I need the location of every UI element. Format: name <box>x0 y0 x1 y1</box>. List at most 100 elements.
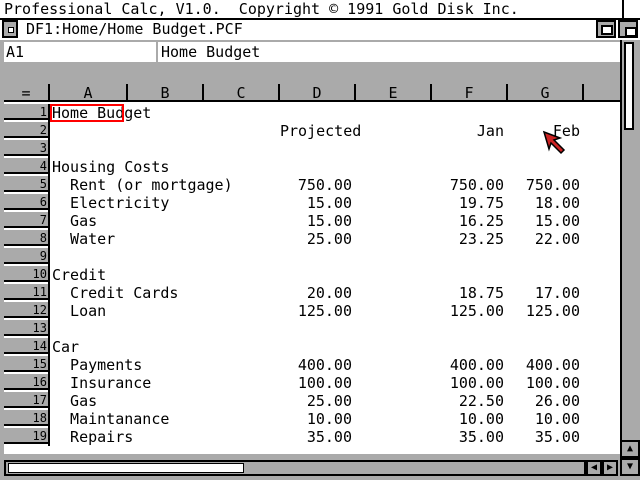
row-header-19[interactable]: 19 <box>4 428 50 444</box>
row-header-12[interactable]: 12 <box>4 302 50 318</box>
row-header-11[interactable]: 11 <box>4 284 50 300</box>
cell-f12[interactable]: 125.00 <box>432 302 504 320</box>
cell-g19[interactable]: 35.00 <box>508 428 580 446</box>
column-header-b[interactable]: B <box>128 84 202 102</box>
formula-input[interactable]: Home Budget <box>158 42 620 62</box>
cell-f4[interactable] <box>432 158 504 176</box>
cell-g10[interactable] <box>508 266 580 284</box>
cell-g16[interactable]: 100.00 <box>508 374 580 392</box>
cell-g15[interactable]: 400.00 <box>508 356 580 374</box>
cell-f9[interactable] <box>432 248 504 266</box>
cell-d8[interactable]: 25.00 <box>280 230 352 248</box>
row-header-5[interactable]: 5 <box>4 176 50 192</box>
cell-f14[interactable] <box>432 338 504 356</box>
cell-f10[interactable] <box>432 266 504 284</box>
cell-reference-field[interactable]: A1 <box>4 42 156 62</box>
cell-g4[interactable] <box>508 158 580 176</box>
column-header-e[interactable]: E <box>356 84 430 102</box>
cell-d4[interactable] <box>280 158 352 176</box>
cell-f1[interactable] <box>432 104 504 122</box>
cell-f7[interactable]: 16.25 <box>432 212 504 230</box>
cell-g7[interactable]: 15.00 <box>508 212 580 230</box>
cell-g6[interactable]: 18.00 <box>508 194 580 212</box>
cell-d14[interactable] <box>280 338 352 356</box>
cell-g9[interactable] <box>508 248 580 266</box>
cell-d1[interactable] <box>280 104 352 122</box>
cell-d11[interactable]: 20.00 <box>280 284 352 302</box>
close-gadget-icon[interactable] <box>2 20 18 38</box>
row-header-13[interactable]: 13 <box>4 320 50 336</box>
row-header-18[interactable]: 18 <box>4 410 50 426</box>
column-header-d[interactable]: D <box>280 84 354 102</box>
scroll-right-arrow-icon[interactable]: ▶ <box>602 460 618 476</box>
cell-d10[interactable] <box>280 266 352 284</box>
cell-f6[interactable]: 19.75 <box>432 194 504 212</box>
row-header-7[interactable]: 7 <box>4 212 50 228</box>
select-all-header[interactable]: = <box>4 84 48 102</box>
cell-g1[interactable] <box>508 104 580 122</box>
cell-f13[interactable] <box>432 320 504 338</box>
cell-f8[interactable]: 23.25 <box>432 230 504 248</box>
cell-f17[interactable]: 22.50 <box>432 392 504 410</box>
cell-d6[interactable]: 15.00 <box>280 194 352 212</box>
row-header-15[interactable]: 15 <box>4 356 50 372</box>
cell-d2[interactable]: Projected <box>280 122 361 140</box>
column-header-c[interactable]: C <box>204 84 278 102</box>
cell-g11[interactable]: 17.00 <box>508 284 580 302</box>
column-header-f[interactable]: F <box>432 84 506 102</box>
cell-g8[interactable]: 22.00 <box>508 230 580 248</box>
row-header-14[interactable]: 14 <box>4 338 50 354</box>
cell-d12[interactable]: 125.00 <box>280 302 352 320</box>
row-header-16[interactable]: 16 <box>4 374 50 390</box>
cell-g13[interactable] <box>508 320 580 338</box>
row-divider <box>48 320 50 338</box>
row-header-1[interactable]: 1 <box>4 104 50 120</box>
cell-f11[interactable]: 18.75 <box>432 284 504 302</box>
cell-d5[interactable]: 750.00 <box>280 176 352 194</box>
cell-g17[interactable]: 26.00 <box>508 392 580 410</box>
cell-f16[interactable]: 100.00 <box>432 374 504 392</box>
cell-g14[interactable] <box>508 338 580 356</box>
scroll-up-arrow-icon[interactable]: ▲ <box>620 440 640 458</box>
cell-d17[interactable]: 25.00 <box>280 392 352 410</box>
cell-g5[interactable]: 750.00 <box>508 176 580 194</box>
cell-d9[interactable] <box>280 248 352 266</box>
cell-f5[interactable]: 750.00 <box>432 176 504 194</box>
row-header-10[interactable]: 10 <box>4 266 50 282</box>
row-divider <box>48 428 50 446</box>
depth-gadget-icon[interactable] <box>618 20 638 38</box>
cell-d7[interactable]: 15.00 <box>280 212 352 230</box>
zoom-gadget-icon[interactable] <box>596 20 616 38</box>
column-header-a[interactable]: A <box>50 84 126 102</box>
vertical-scroll-knob[interactable] <box>624 42 634 130</box>
row-header-9[interactable]: 9 <box>4 248 50 264</box>
row-divider <box>48 176 50 194</box>
row-divider <box>48 302 50 320</box>
cell-d15[interactable]: 400.00 <box>280 356 352 374</box>
row-header-2[interactable]: 2 <box>4 122 50 138</box>
row-divider <box>48 338 50 356</box>
cell-f19[interactable]: 35.00 <box>432 428 504 446</box>
cell-f15[interactable]: 400.00 <box>432 356 504 374</box>
scroll-down-arrow-icon[interactable]: ▼ <box>620 458 640 476</box>
scroll-left-arrow-icon[interactable]: ◀ <box>586 460 602 476</box>
cell-f3[interactable] <box>432 140 504 158</box>
row-header-4[interactable]: 4 <box>4 158 50 174</box>
screen-depth-gadget[interactable] <box>622 0 640 18</box>
mouse-pointer-icon <box>542 130 566 155</box>
row-header-17[interactable]: 17 <box>4 392 50 408</box>
row-header-8[interactable]: 8 <box>4 230 50 246</box>
cell-d16[interactable]: 100.00 <box>280 374 352 392</box>
cell-f2[interactable]: Jan <box>432 122 504 140</box>
cell-g18[interactable]: 10.00 <box>508 410 580 428</box>
cell-g12[interactable]: 125.00 <box>508 302 580 320</box>
column-header-g[interactable]: G <box>508 84 582 102</box>
cell-d19[interactable]: 35.00 <box>280 428 352 446</box>
cell-d18[interactable]: 10.00 <box>280 410 352 428</box>
row-header-3[interactable]: 3 <box>4 140 50 156</box>
cell-d3[interactable] <box>280 140 352 158</box>
row-header-6[interactable]: 6 <box>4 194 50 210</box>
horizontal-scroll-knob[interactable] <box>8 463 244 473</box>
cell-f18[interactable]: 10.00 <box>432 410 504 428</box>
cell-d13[interactable] <box>280 320 352 338</box>
